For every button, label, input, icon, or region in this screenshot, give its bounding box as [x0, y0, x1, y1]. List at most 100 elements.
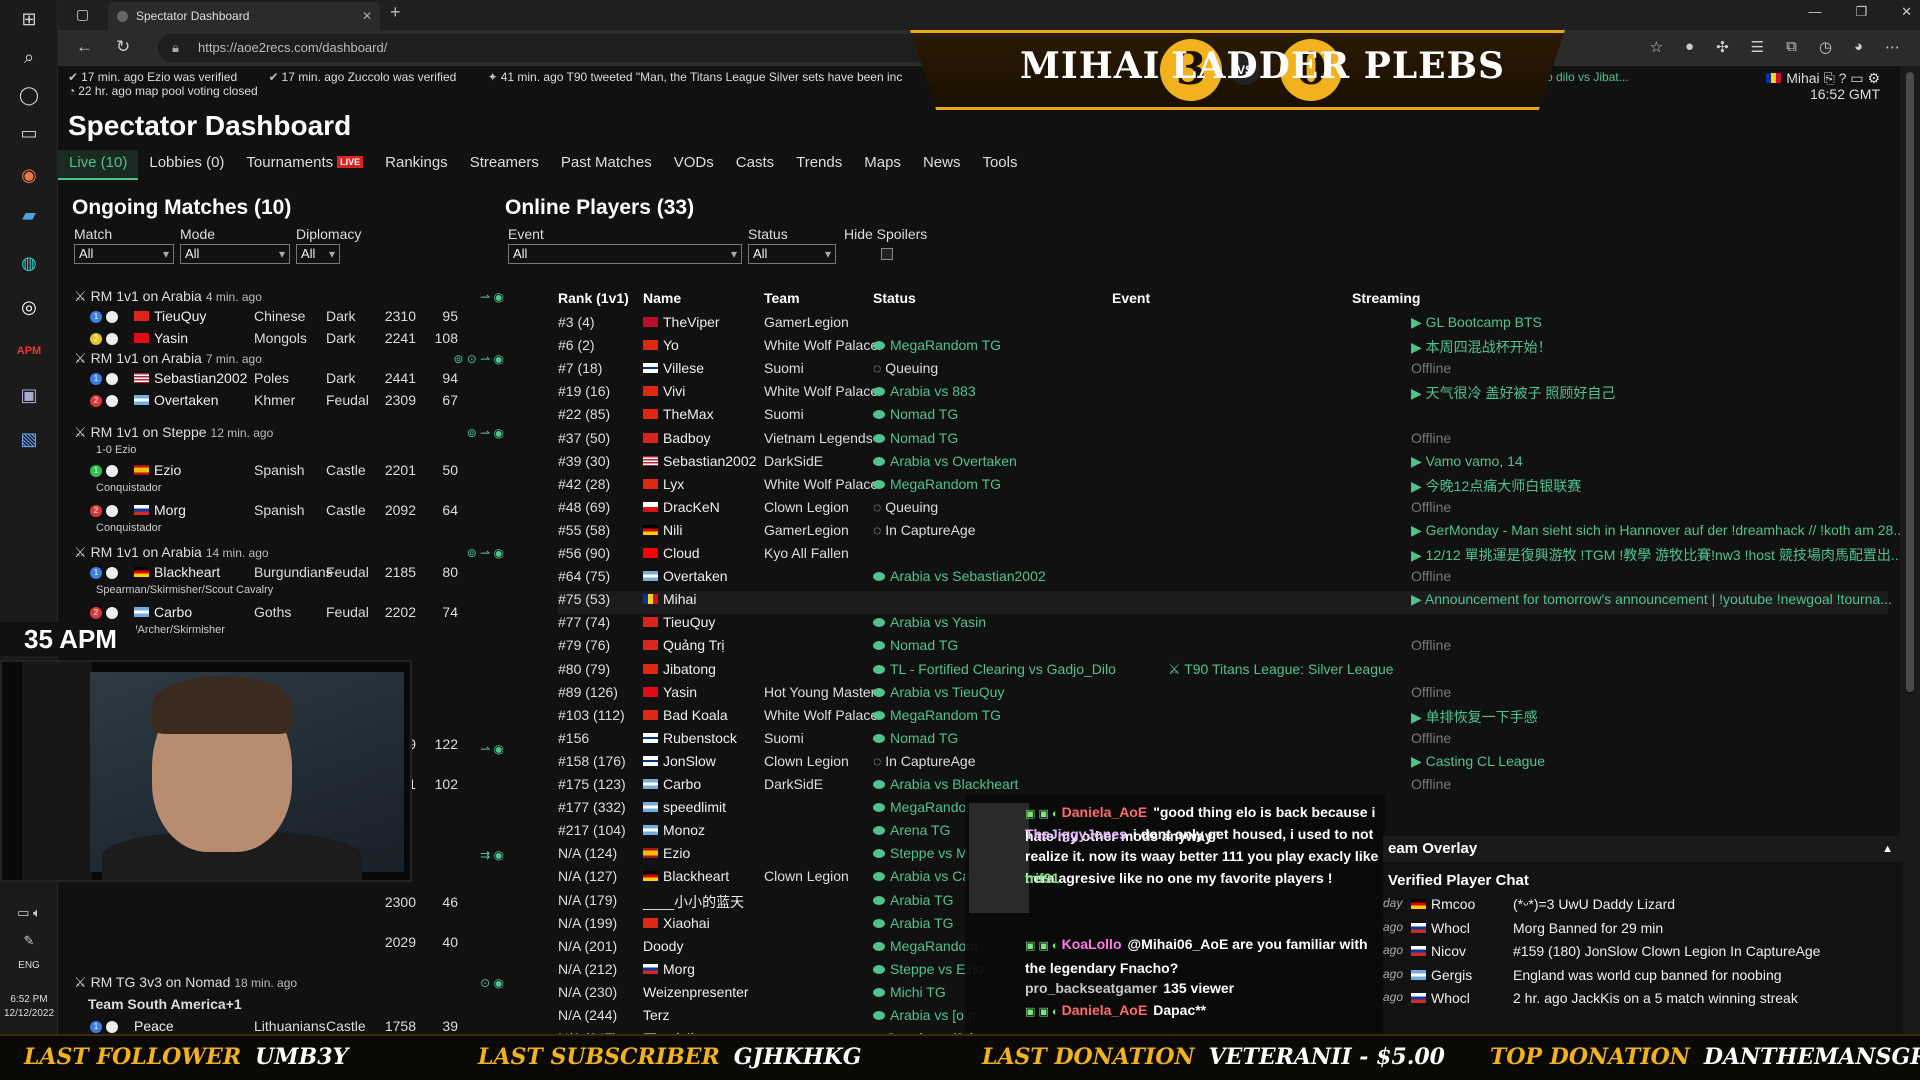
chat-username[interactable]: pro_backseatgamer	[1025, 980, 1157, 996]
chat-username[interactable]: TheJiggyJones	[1025, 826, 1127, 842]
player-row[interactable]: #64 (75) Overtaken Arabia vs Sebastian2002…	[558, 568, 1888, 591]
player-name[interactable]: Mihai	[643, 591, 696, 607]
player-name[interactable]: Peace	[134, 1018, 174, 1034]
nav-rankings[interactable]: Rankings	[374, 150, 459, 180]
player-name[interactable]: Morg	[643, 961, 695, 977]
player-team[interactable]: Kyo All Fallen	[764, 545, 849, 561]
player-team[interactable]: Clown Legion	[764, 753, 849, 769]
spectate-icons[interactable]: ⊚ ⇀ ◉	[467, 426, 504, 440]
match-player-row[interactable]: 2 Overtaken Khmer Feudal 2309 67	[74, 392, 504, 412]
player-stream[interactable]: ▶ Announcement for tomorrow's announceme…	[1411, 591, 1892, 608]
player-name[interactable]: Yo	[643, 337, 679, 353]
player-status[interactable]: ◌ Queuing	[873, 360, 938, 376]
ticker-item[interactable]: ✔ 17 min. ago Ezio was verified	[68, 70, 251, 84]
player-name[interactable]: Sebastian2002	[134, 370, 247, 386]
chat-nick[interactable]: Rmcoo	[1411, 896, 1475, 912]
player-name[interactable]: DracKeN	[643, 499, 720, 515]
player-name[interactable]: Badboy	[643, 430, 710, 446]
player-name[interactable]: TheViper	[643, 314, 720, 330]
match-player-row[interactable]: 1 Blackheart Burgundians Feudal 2185 80	[74, 564, 504, 584]
match-player-row[interactable]: 1 Sebastian2002 Poles Dark 2441 94	[74, 370, 504, 390]
player-stream[interactable]: ▶ 天气很冷 盖好被子 照顾好自己	[1411, 383, 1615, 403]
player-status[interactable]: Arabia TG	[873, 915, 954, 931]
player-stream[interactable]: ▶ 单排恢复一下手感	[1411, 707, 1538, 727]
favorite-star-icon[interactable]: ☆	[1650, 38, 1663, 56]
address-bar[interactable]: 🔒︎ https://aoe2recs.com/dashboard/	[158, 34, 958, 62]
nav-tournaments[interactable]: Tournaments LIVE	[235, 150, 374, 180]
col-status[interactable]: Status	[873, 290, 916, 306]
player-status[interactable]: MegaRandom	[873, 799, 978, 815]
nav-tools[interactable]: Tools	[971, 150, 1028, 180]
match-player-row[interactable]: 1 TieuQuy Chinese Dark 2310 95	[74, 308, 504, 328]
col-streaming[interactable]: Streaming	[1352, 290, 1420, 306]
player-row[interactable]: #77 (74) TieuQuy Arabia vs Yasin	[558, 614, 1888, 637]
cortana-icon[interactable]: ◯	[14, 80, 44, 110]
tab-actions-icon[interactable]: ▢	[76, 6, 89, 23]
player-row[interactable]: #19 (16) Vivi White Wolf Palace Arabia vs 8…	[558, 383, 1888, 406]
ticker-item[interactable]: ✔ 17 min. ago Zuccolo was verified	[268, 70, 470, 84]
player-status[interactable]: Arabia vs Overtaken	[873, 453, 1017, 469]
col-rank[interactable]: Rank (1v1)	[558, 290, 629, 306]
chat-username[interactable]: KoaLollo	[1062, 936, 1122, 952]
player-row[interactable]: #22 (85) TheMax Suomi Nomad TG	[558, 406, 1888, 429]
player-team[interactable]: GamerLegion	[764, 314, 849, 330]
nav-news[interactable]: News	[912, 150, 972, 180]
minimize-icon[interactable]: —	[1808, 4, 1821, 20]
search-icon[interactable]: ⌕	[14, 42, 44, 72]
col-team[interactable]: Team	[764, 290, 800, 306]
player-status[interactable]: Arabia vs Yasin	[873, 614, 986, 630]
player-stream[interactable]: ▶ 今晚12点痛大师白银联赛	[1411, 476, 1581, 496]
back-icon[interactable]: ←	[76, 37, 93, 57]
username[interactable]: Mihai	[1786, 70, 1819, 86]
collections-icon[interactable]: ⧉	[1786, 38, 1797, 56]
player-team[interactable]: Suomi	[764, 406, 804, 422]
match-player-row[interactable]: 1 Ezio Spanish Castle 2201 50	[74, 462, 504, 482]
player-stream[interactable]: ▶ 本周四混战杯开始！	[1411, 337, 1552, 357]
player-name[interactable]: Xiaohai	[643, 915, 710, 931]
chat-nick[interactable]: Nicov	[1411, 943, 1466, 959]
player-status[interactable]: MegaRandom TG	[873, 476, 1001, 492]
player-status[interactable]: Arabia vs 883	[873, 383, 976, 399]
match-filter-select[interactable]: All	[74, 244, 174, 264]
player-name[interactable]: Lyx	[643, 476, 684, 492]
nav-casts[interactable]: Casts	[725, 150, 785, 180]
nav-streamers[interactable]: Streamers	[459, 150, 550, 180]
player-team[interactable]: GamerLegion	[764, 522, 849, 538]
player-name[interactable]: Quảng Trị	[643, 637, 724, 653]
spectate-icons[interactable]: ⇉ ◉	[480, 848, 504, 862]
player-name[interactable]: Terz	[643, 1007, 669, 1023]
player-status[interactable]: MegaRandom TG	[873, 337, 1001, 353]
maximize-icon[interactable]: ❐	[1855, 4, 1867, 20]
player-stream[interactable]: ▶ 12/12 單挑運是復興游牧 !TGM !教學 游牧比賽!nw3 !host…	[1411, 545, 1903, 565]
player-team[interactable]: Vietnam Legends	[764, 430, 873, 446]
player-name[interactable]: Sebastian2002	[643, 453, 756, 469]
close-window-icon[interactable]: ✕	[1901, 4, 1912, 20]
player-row[interactable]: #37 (50) Badboy Vietnam Legends Nomad TG Off…	[558, 430, 1888, 453]
player-name[interactable]: Overtaken	[134, 392, 219, 408]
player-status[interactable]: ◌ In CaptureAge	[873, 753, 976, 769]
app-icon-monitor[interactable]: ▣	[14, 380, 44, 410]
col-event[interactable]: Event	[1112, 290, 1150, 306]
player-row[interactable]: #89 (126) Yasin Hot Young Masters Arabia vs…	[558, 684, 1888, 707]
nav-vods[interactable]: VODs	[663, 150, 725, 180]
match-player-row[interactable]: 2 Yasin Mongols Dark 2241 108	[74, 330, 504, 350]
new-tab-icon[interactable]: +	[390, 2, 401, 23]
app-icon-red[interactable]: ◉	[14, 160, 44, 190]
task-view-icon[interactable]: ▭	[14, 118, 44, 148]
app-icon-photos[interactable]: ▧	[14, 424, 44, 454]
chat-nick[interactable]: Gergis	[1411, 967, 1472, 983]
match-player-row[interactable]: 2 Morg Spanish Castle 2092 64	[74, 502, 504, 522]
stream-overlay-header[interactable]: eam Overlay ▲	[1383, 836, 1903, 862]
player-name[interactable]: JonSlow	[643, 753, 716, 769]
scrollbar-thumb[interactable]	[1906, 72, 1914, 692]
player-name[interactable]: ____小小的蓝天	[643, 892, 744, 912]
player-name[interactable]: Bad Koala	[643, 707, 728, 723]
player-team[interactable]: Clown Legion	[764, 499, 849, 515]
collapse-icon[interactable]: ▲	[1882, 836, 1893, 862]
player-name[interactable]: Rubenstock	[643, 730, 737, 746]
match-header[interactable]: ⚔ RM 1v1 on Arabia 4 min. ago	[74, 288, 262, 305]
player-team[interactable]: White Wolf Palace	[764, 337, 878, 353]
player-status[interactable]: TL - Fortified Clearing vs Gadjo_Dilo	[873, 661, 1116, 677]
player-team[interactable]: DarkSidE	[764, 776, 823, 792]
page-scrollbar[interactable]	[1900, 66, 1920, 1034]
